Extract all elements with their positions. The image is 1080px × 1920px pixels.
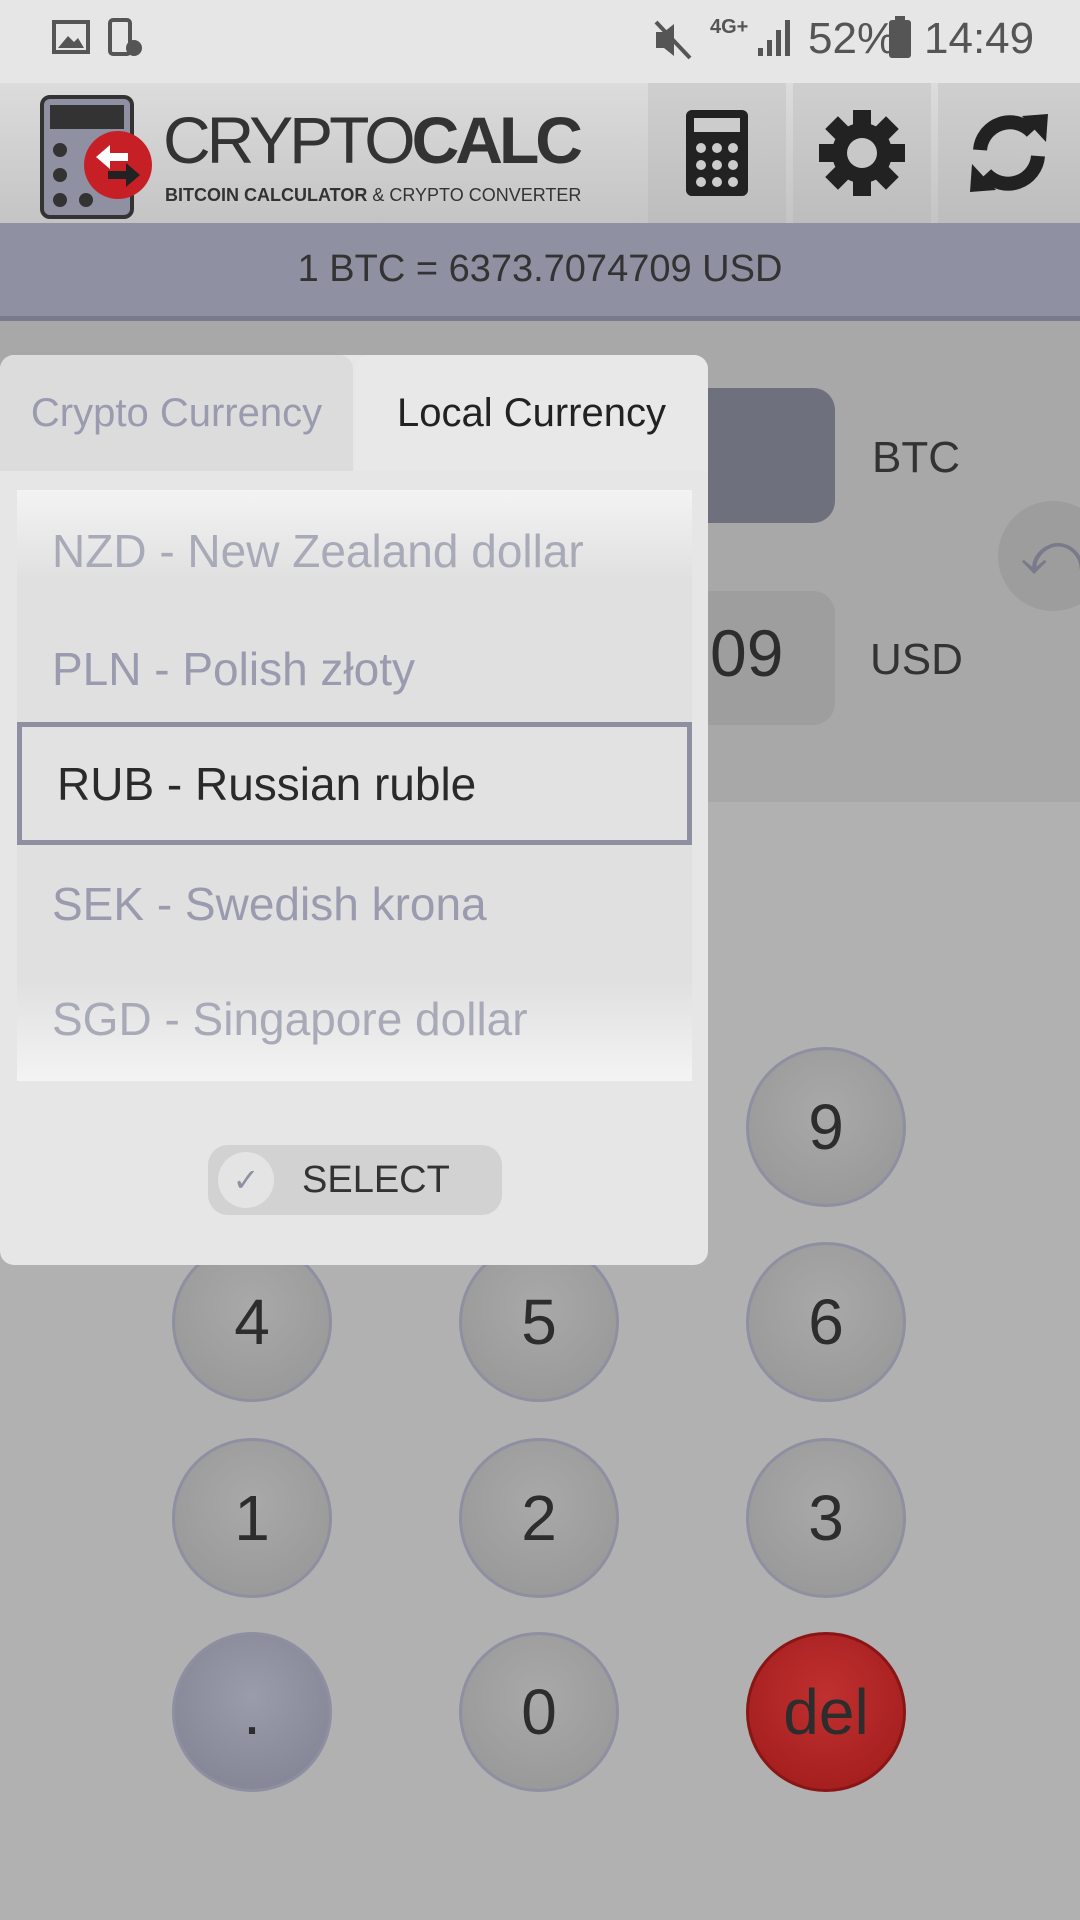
swap-icon: ⤺: [1020, 520, 1080, 587]
key-3[interactable]: 3: [746, 1438, 906, 1598]
status-bar: 4G+ 52% 14:49: [0, 0, 1080, 83]
logo-title-light: CRYPTO: [163, 103, 416, 177]
mute-vibrate-icon: [654, 20, 692, 60]
tab-crypto-currency[interactable]: Crypto Currency: [0, 355, 353, 471]
calculator-icon: [686, 110, 748, 196]
calculator-button[interactable]: [648, 83, 786, 223]
list-item[interactable]: PLN - Polish złoty: [17, 610, 692, 728]
list-item[interactable]: NZD - New Zealand dollar: [17, 492, 692, 610]
currency-picker-dialog: Crypto Currency Local Currency NZD - New…: [0, 355, 708, 1265]
screen-time-icon: [108, 18, 142, 56]
signal-icon: [758, 20, 790, 56]
key-delete[interactable]: del: [746, 1632, 906, 1792]
select-label: SELECT: [302, 1158, 450, 1201]
logo-subtitle-rest: & CRYPTO CONVERTER: [372, 185, 582, 205]
gallery-notification-icon: [52, 20, 90, 54]
check-icon: ✓: [218, 1152, 274, 1208]
local-amount-value: 09: [710, 616, 784, 690]
key-1[interactable]: 1: [172, 1438, 332, 1598]
battery-icon: [889, 16, 911, 58]
logo-title-bold: CALC: [411, 103, 583, 177]
network-type: 4G+: [710, 16, 749, 38]
list-item-selected[interactable]: RUB - Russian ruble: [17, 722, 692, 845]
settings-button[interactable]: [793, 83, 931, 223]
key-2[interactable]: 2: [459, 1438, 619, 1598]
list-item[interactable]: SEK - Swedish krona: [17, 845, 692, 963]
select-button[interactable]: ✓ SELECT: [208, 1145, 502, 1215]
key-0[interactable]: 0: [459, 1632, 619, 1792]
refresh-icon: [970, 114, 1048, 192]
logo-subtitle-bold: BITCOIN CALCULATOR: [165, 185, 368, 205]
refresh-button[interactable]: [938, 83, 1080, 223]
list-item[interactable]: SGD - Singapore dollar: [17, 960, 692, 1078]
gear-icon: [819, 110, 905, 196]
currency-wheel-list[interactable]: NZD - New Zealand dollar PLN - Polish zł…: [17, 490, 692, 1081]
app-logo-icon: [40, 95, 152, 219]
key-decimal[interactable]: .: [172, 1632, 332, 1792]
app-header: CRYPTOCALC BITCOIN CALCULATOR & CRYPTO C…: [0, 83, 1080, 223]
clock: 14:49: [924, 14, 1035, 63]
key-6[interactable]: 6: [746, 1242, 906, 1402]
swap-button[interactable]: ⤺: [998, 501, 1080, 611]
key-4[interactable]: 4: [172, 1242, 332, 1402]
tab-local-currency[interactable]: Local Currency: [355, 355, 708, 471]
key-9[interactable]: 9: [746, 1047, 906, 1207]
exchange-rate-bar: 1 BTC = 6373.7074709 USD: [0, 223, 1080, 321]
key-5[interactable]: 5: [459, 1242, 619, 1402]
battery-percent: 52%: [808, 14, 897, 63]
logo-title: CRYPTOCALC: [163, 107, 583, 173]
logo-subtitle: BITCOIN CALCULATOR & CRYPTO CONVERTER: [165, 185, 581, 206]
local-code-label[interactable]: USD: [870, 635, 963, 685]
crypto-code-label[interactable]: BTC: [872, 433, 960, 483]
